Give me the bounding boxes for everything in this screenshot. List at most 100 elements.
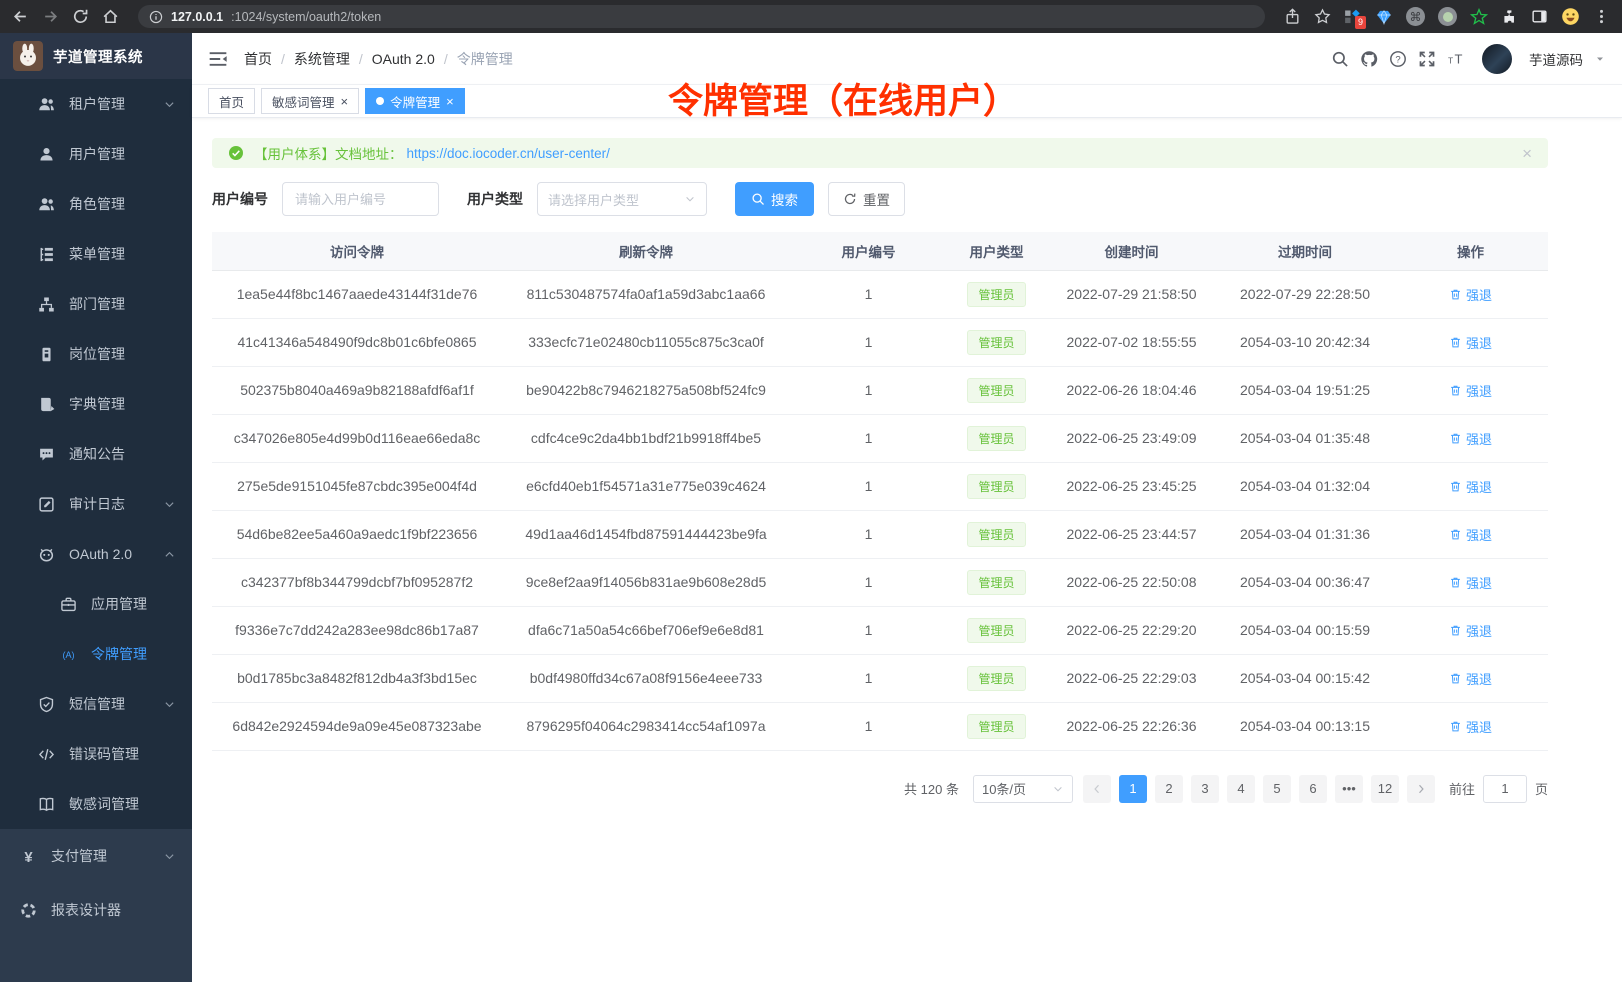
github-icon[interactable] bbox=[1360, 50, 1378, 68]
force-logout-button[interactable]: 强退 bbox=[1449, 429, 1492, 448]
bookmark-star-icon[interactable] bbox=[1314, 8, 1331, 25]
page-button[interactable]: 12 bbox=[1371, 775, 1399, 803]
user-type-tag: 管理员 bbox=[967, 666, 1025, 691]
sidebar-item[interactable]: 敏感词管理 bbox=[0, 779, 192, 829]
page-size-select[interactable]: 10条/页 bbox=[973, 775, 1073, 803]
page-button[interactable]: 1 bbox=[1119, 775, 1147, 803]
forward-icon[interactable] bbox=[42, 8, 59, 25]
sidebar-item[interactable]: OAuth 2.0 bbox=[0, 529, 192, 579]
tab[interactable]: 令牌管理× bbox=[365, 88, 465, 114]
page-button[interactable]: 4 bbox=[1227, 775, 1255, 803]
address-bar[interactable]: 127.0.0.1 :1024/system/oauth2/token bbox=[138, 5, 1265, 28]
sidebar-item[interactable]: 报表设计器 bbox=[0, 883, 192, 937]
chevron-down-icon bbox=[163, 498, 176, 511]
tab-close-icon[interactable]: × bbox=[341, 95, 349, 108]
goto-page-input[interactable] bbox=[1483, 775, 1527, 803]
page-button[interactable]: 6 bbox=[1299, 775, 1327, 803]
breadcrumb-item[interactable]: 系统管理 bbox=[294, 49, 350, 69]
svg-text:T: T bbox=[1455, 51, 1463, 66]
back-icon[interactable] bbox=[12, 8, 29, 25]
help-icon[interactable]: ? bbox=[1389, 50, 1407, 68]
expires-cell: 2054-03-04 00:36:47 bbox=[1217, 558, 1393, 606]
sidebar-item[interactable]: 应用管理 bbox=[0, 579, 192, 629]
sidebar-item[interactable]: 部门管理 bbox=[0, 279, 192, 329]
sidebar-item[interactable]: 用户管理 bbox=[0, 129, 192, 179]
breadcrumb-item[interactable]: 首页 bbox=[244, 49, 272, 69]
page-more-button[interactable]: ••• bbox=[1335, 775, 1363, 803]
username[interactable]: 芋道源码 bbox=[1529, 49, 1583, 69]
extension-blocks-icon[interactable]: 9 bbox=[1344, 8, 1362, 26]
sidebar-item[interactable]: ¥支付管理 bbox=[0, 829, 192, 883]
menu-tree-icon bbox=[38, 246, 55, 263]
created-cell: 2022-07-29 21:58:50 bbox=[1046, 270, 1217, 318]
sidebar-item[interactable]: 字典管理 bbox=[0, 379, 192, 429]
search-button[interactable]: 搜索 bbox=[735, 182, 814, 216]
created-cell: 2022-06-26 18:04:46 bbox=[1046, 366, 1217, 414]
force-logout-button[interactable]: 强退 bbox=[1449, 573, 1492, 592]
action-cell: 强退 bbox=[1393, 318, 1548, 366]
gem-extension-icon[interactable] bbox=[1375, 8, 1393, 26]
app-logo[interactable]: 芋道管理系统 bbox=[0, 33, 192, 79]
font-size-icon[interactable]: TT bbox=[1447, 50, 1465, 68]
page-button[interactable]: 3 bbox=[1191, 775, 1219, 803]
reload-icon[interactable] bbox=[72, 8, 89, 25]
page-button[interactable]: 5 bbox=[1263, 775, 1291, 803]
force-logout-button[interactable]: 强退 bbox=[1449, 285, 1492, 304]
tab[interactable]: 首页 bbox=[208, 88, 255, 114]
force-logout-button[interactable]: 强退 bbox=[1449, 333, 1492, 352]
sidebar-item[interactable]: 审计日志 bbox=[0, 479, 192, 529]
user-type-cell: 管理员 bbox=[947, 558, 1046, 606]
extensions-puzzle-icon[interactable] bbox=[1501, 8, 1518, 25]
user-id-input[interactable] bbox=[282, 182, 439, 216]
share-icon[interactable] bbox=[1284, 8, 1301, 25]
sidebar-item[interactable]: 通知公告 bbox=[0, 429, 192, 479]
page-button[interactable]: 2 bbox=[1155, 775, 1183, 803]
force-logout-button[interactable]: 强退 bbox=[1449, 525, 1492, 544]
force-logout-button[interactable]: 强退 bbox=[1449, 477, 1492, 496]
notice-message-icon bbox=[38, 446, 55, 463]
tab-close-icon[interactable]: × bbox=[446, 95, 454, 108]
cmd-extension-icon[interactable]: ⌘ bbox=[1406, 7, 1425, 26]
url-path: :1024/system/oauth2/token bbox=[231, 10, 1254, 24]
next-page-button[interactable] bbox=[1407, 775, 1435, 803]
prev-page-button[interactable] bbox=[1083, 775, 1111, 803]
sidebar-item[interactable]: 错误码管理 bbox=[0, 729, 192, 779]
sidebar-item-label: 令牌管理 bbox=[91, 644, 147, 664]
sidebar-item-label: 岗位管理 bbox=[69, 344, 125, 364]
chevron-down-icon bbox=[1052, 783, 1064, 795]
sidebar-item[interactable]: 角色管理 bbox=[0, 179, 192, 229]
star-extension-icon[interactable] bbox=[1470, 8, 1488, 26]
sidebar-item[interactable]: 菜单管理 bbox=[0, 229, 192, 279]
reset-button[interactable]: 重置 bbox=[828, 182, 905, 216]
pagination: 共 120 条 10条/页 123456•••12 前往 页 bbox=[212, 775, 1548, 803]
record-extension-icon[interactable] bbox=[1438, 7, 1457, 26]
side-panel-icon[interactable] bbox=[1531, 8, 1548, 25]
sidebar-item[interactable]: 岗位管理 bbox=[0, 329, 192, 379]
caret-down-icon[interactable] bbox=[1594, 53, 1606, 65]
tab[interactable]: 敏感词管理× bbox=[261, 88, 359, 114]
doc-link[interactable]: https://doc.iocoder.cn/user-center/ bbox=[407, 146, 610, 161]
access-token-cell: 41c41346a548490f9dc8b01c6bfe0865 bbox=[212, 318, 502, 366]
home-icon[interactable] bbox=[102, 8, 119, 25]
browser-menu-icon[interactable] bbox=[1593, 8, 1610, 25]
alert-close-icon[interactable]: × bbox=[1522, 145, 1532, 162]
site-info-icon[interactable] bbox=[149, 10, 163, 24]
trash-icon bbox=[1449, 384, 1462, 397]
force-logout-button[interactable]: 强退 bbox=[1449, 717, 1492, 736]
goto-label: 前往 bbox=[1449, 779, 1475, 798]
force-logout-button[interactable]: 强退 bbox=[1449, 621, 1492, 640]
breadcrumb-item[interactable]: OAuth 2.0 bbox=[372, 51, 435, 67]
user-type-select[interactable]: 请选择用户类型 bbox=[537, 182, 707, 216]
fullscreen-icon[interactable] bbox=[1418, 50, 1436, 68]
sidebar-collapse-icon[interactable] bbox=[208, 50, 228, 68]
user-avatar[interactable] bbox=[1482, 44, 1512, 74]
breadcrumb-separator: / bbox=[359, 51, 363, 67]
sidebar-item[interactable]: (A)令牌管理 bbox=[0, 629, 192, 679]
sidebar-item[interactable]: 租户管理 bbox=[0, 79, 192, 129]
sidebar-item[interactable]: 短信管理 bbox=[0, 679, 192, 729]
search-icon[interactable] bbox=[1331, 50, 1349, 68]
force-logout-button[interactable]: 强退 bbox=[1449, 669, 1492, 688]
profile-avatar-icon[interactable] bbox=[1561, 7, 1580, 26]
force-logout-button[interactable]: 强退 bbox=[1449, 381, 1492, 400]
main-area: 令牌管理（在线用户） 首页/系统管理/OAuth 2.0/令牌管理 ? TT 芋… bbox=[192, 33, 1622, 982]
